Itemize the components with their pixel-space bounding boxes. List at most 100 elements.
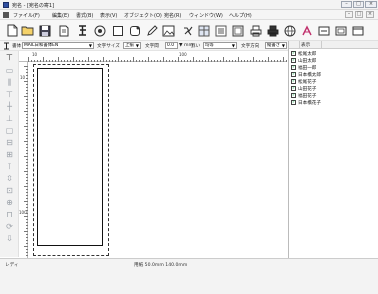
mdi-close-button[interactable]: × xyxy=(366,11,374,18)
menu-edit[interactable]: 編集(E) xyxy=(52,12,69,19)
pen-tool-icon[interactable] xyxy=(144,23,159,38)
list-icon[interactable] xyxy=(213,23,228,38)
align-center-tool-icon[interactable]: ┼ xyxy=(3,102,16,112)
checkbox-checked[interactable]: ✓ xyxy=(291,58,296,63)
list-item[interactable]: ✓ 山田太郎 xyxy=(291,57,351,64)
direction-label: 文字方向 xyxy=(241,44,260,49)
save-icon[interactable] xyxy=(37,23,52,38)
checkbox-checked[interactable]: ✓ xyxy=(291,100,296,105)
external-object-icon[interactable] xyxy=(180,23,195,38)
pointer-tool-icon[interactable]: ⊤ xyxy=(3,53,16,63)
address-book-icon[interactable] xyxy=(230,23,245,38)
menu-bar: ファイル(F) 編集(E) 書式(B) 表示(V) オブジェクト(O) 宛名(R… xyxy=(0,10,378,20)
align-top-tool-icon[interactable]: ⊤ xyxy=(3,90,16,100)
spacing-label: 文字間 xyxy=(145,44,159,49)
spacing-dropdown-arrow[interactable]: ▼ xyxy=(179,43,183,48)
distribute-tool-icon[interactable]: ⊟ xyxy=(3,138,16,148)
arrow-tool-icon[interactable]: ⇩ xyxy=(3,234,16,244)
minimize-button[interactable]: – xyxy=(341,1,352,8)
line-select-value: 均等 xyxy=(205,43,214,48)
print-small-icon[interactable] xyxy=(248,23,263,38)
menu-window[interactable]: ウィンドウ(W) xyxy=(189,12,223,19)
size-select[interactable]: 上揃 ▼ xyxy=(123,42,141,49)
format-bar: 書体 MAIL日和書体EN ▼ 文字サイズ 上揃 ▼ 文字間 0.0 ▼ mm 罫い… xyxy=(0,41,288,51)
rounded-rectangle-tool-icon[interactable] xyxy=(127,23,142,38)
list-item[interactable]: ✓ 山田花子 xyxy=(291,85,351,92)
vertical-text-tool-icon[interactable]: ⫼ xyxy=(3,78,16,88)
chevron-down-icon: ▼ xyxy=(135,43,139,48)
center-tool-icon[interactable]: ⊕ xyxy=(3,198,16,208)
frame-tool-icon[interactable]: ▢ xyxy=(3,126,16,136)
font-select-value: MAIL日和書体EN xyxy=(24,43,59,48)
text-box-tool-icon[interactable]: ▭ xyxy=(3,66,16,76)
list-item[interactable]: ✓ 福田一郎 xyxy=(291,64,351,71)
font-label: 書体 xyxy=(12,44,22,49)
menu-file[interactable]: ファイル(F) xyxy=(13,12,40,19)
spacing-tool-icon[interactable]: ⇳ xyxy=(3,174,16,184)
column-header-display[interactable]: 表示 xyxy=(301,42,310,48)
print-preview-icon[interactable] xyxy=(56,23,71,38)
window-title: 宛名 - [宛名の寄1] xyxy=(12,3,55,9)
ruler-top-label: 10 xyxy=(32,52,38,57)
print-icon[interactable] xyxy=(265,23,280,38)
rectangle-tool-icon[interactable] xyxy=(110,23,125,38)
address-list-panel: 表示 ✓ 松尾太郎 ✓ 山田太郎 ✓ 福田一郎 ✓ 日本橋太郎 ✓ 松尾花子 ✓ 山田花子 … xyxy=(288,41,378,258)
checkbox-checked[interactable]: ✓ xyxy=(291,72,296,77)
open-folder-icon[interactable] xyxy=(20,23,35,38)
column-separator[interactable] xyxy=(321,41,322,49)
list-item[interactable]: ✓ 福田花子 xyxy=(291,92,351,99)
list-item[interactable]: ✓ 松尾花子 xyxy=(291,78,351,85)
size-label: 文字サイズ xyxy=(97,44,120,49)
mdi-restore-button[interactable]: □ xyxy=(355,11,363,18)
list-item[interactable]: ✓ 松尾太郎 xyxy=(291,50,351,57)
text-color-icon[interactable] xyxy=(300,23,315,38)
line-label: 罫い xyxy=(191,44,201,49)
status-paper-size: 用紙 50.0mm 140.0mm xyxy=(134,263,188,268)
align-bottom-tool-icon[interactable]: ⊥ xyxy=(3,114,16,124)
font-icon[interactable] xyxy=(75,23,90,38)
size-tool-icon[interactable]: ⊓ xyxy=(3,210,16,220)
panel-header: 表示 xyxy=(289,41,378,49)
document-canvas[interactable] xyxy=(28,62,287,258)
checkbox-checked[interactable]: ✓ xyxy=(291,65,296,70)
font-select[interactable]: MAIL日和書体EN ▼ xyxy=(22,42,94,49)
new-file-icon[interactable] xyxy=(4,23,19,38)
rotate-tool-icon[interactable]: ⟳ xyxy=(3,222,16,232)
maximize-button[interactable]: □ xyxy=(353,1,364,8)
list-item[interactable]: ✓ 日本橋花子 xyxy=(291,99,351,106)
menu-object[interactable]: オブジェクト(O) xyxy=(124,12,162,19)
font-tool-icon[interactable] xyxy=(3,42,10,50)
ruler-left: 10 100 xyxy=(19,62,28,258)
checkbox-checked[interactable]: ✓ xyxy=(291,51,296,56)
line-select[interactable]: 均等 ▼ xyxy=(203,42,237,49)
menu-address[interactable]: 宛名(R) xyxy=(164,12,181,19)
image-insert-icon[interactable] xyxy=(161,23,176,38)
group-tool-icon[interactable]: ⊞ xyxy=(3,150,16,160)
checkbox-checked[interactable]: ✓ xyxy=(291,86,296,91)
menu-format[interactable]: 書式(B) xyxy=(76,12,93,19)
chevron-down-icon: ▼ xyxy=(231,43,235,48)
table-icon[interactable] xyxy=(196,23,211,38)
mdi-minimize-button[interactable]: – xyxy=(345,11,353,18)
window-icon[interactable] xyxy=(350,23,365,38)
close-button[interactable]: × xyxy=(365,1,377,8)
ruler-left-label: 10 xyxy=(20,75,26,80)
vertical-align-tool-icon[interactable]: ⊺ xyxy=(3,162,16,172)
spacing-select-value: 0.0 xyxy=(167,43,174,48)
app-icon xyxy=(3,2,9,8)
globe-icon[interactable] xyxy=(282,23,297,38)
direction-select[interactable]: 縦書き ▼ xyxy=(265,42,287,49)
column-separator[interactable] xyxy=(299,41,300,49)
menu-help[interactable]: ヘルプ(H) xyxy=(229,12,252,19)
document-icon[interactable] xyxy=(3,12,9,18)
envelope-paper[interactable] xyxy=(37,68,103,246)
checkbox-checked[interactable]: ✓ xyxy=(291,93,296,98)
ungroup-tool-icon[interactable]: ⊡ xyxy=(3,186,16,196)
zoom-icon[interactable] xyxy=(316,23,331,38)
menu-view[interactable]: 表示(V) xyxy=(100,12,117,19)
target-icon[interactable] xyxy=(92,23,107,38)
checkbox-checked[interactable]: ✓ xyxy=(291,79,296,84)
zoom-fit-icon[interactable] xyxy=(333,23,348,38)
spacing-select[interactable]: 0.0 xyxy=(165,42,178,49)
list-item[interactable]: ✓ 日本橋太郎 xyxy=(291,71,351,78)
